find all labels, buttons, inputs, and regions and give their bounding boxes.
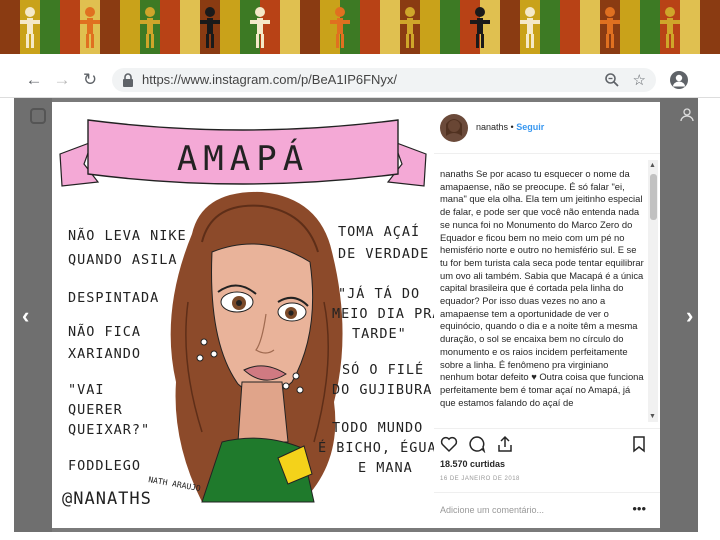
background-profile-icon: [680, 108, 694, 122]
comment-box: Adicione um comentário... •••: [434, 492, 660, 528]
instagram-icon: [30, 108, 46, 124]
phrase-left-6: "VAI: [68, 382, 105, 398]
address-bar[interactable]: https://www.instagram.com/p/BeA1IP6FNyx/…: [112, 68, 656, 92]
likes-count[interactable]: 18.570 curtidas: [440, 459, 505, 469]
scroll-up-icon[interactable]: ▲: [649, 162, 656, 169]
reload-icon[interactable]: ↻: [80, 70, 100, 90]
scroll-down-icon[interactable]: ▼: [649, 413, 656, 420]
post-image[interactable]: AMAPÁ NÃO LEVA NIKE QUANDO ASILA DESPINT…: [52, 102, 434, 528]
phrase-left-4: NÃO FICA: [68, 323, 141, 340]
illustration: AMAPÁ NÃO LEVA NIKE QUANDO ASILA DESPINT…: [52, 102, 434, 528]
back-icon[interactable]: ←: [24, 70, 44, 90]
post-caption: nanaths Se por acaso tu esquecer o nome …: [440, 168, 644, 408]
phrase-left-2: QUANDO ASILA: [68, 252, 178, 268]
share-icon[interactable]: [496, 435, 514, 453]
profile-icon[interactable]: [670, 71, 688, 89]
phrase-right-4: MEIO DIA PRA: [332, 306, 434, 322]
phrase-right-5: TARDE": [352, 326, 407, 342]
post-date: 16 DE JANEIRO DE 2018: [440, 476, 520, 482]
phrase-left-8: QUEIXAR?": [68, 422, 150, 438]
post-panel: nanaths • Seguir nanaths Se por acaso tu…: [434, 102, 660, 528]
separator: •: [510, 122, 514, 132]
comment-icon[interactable]: [468, 435, 486, 453]
comment-input[interactable]: Adicione um comentário...: [440, 505, 544, 515]
background-page-left: [14, 98, 52, 532]
phrase-right-6: SÓ O FILÉ: [342, 360, 424, 378]
caption-scrollbar[interactable]: ▲ ▼: [648, 160, 658, 422]
action-bar: [434, 428, 660, 458]
scrollbar-thumb[interactable]: [650, 174, 657, 220]
artist-handle: @NANATHS: [62, 489, 152, 509]
decorative-banner: [0, 0, 720, 54]
phrase-right-7: DO GUJIBURA: [332, 382, 432, 398]
lock-icon: [123, 73, 133, 87]
phrase-right-8: TODO MUNDO: [332, 420, 423, 436]
phrase-left-9: FODDLEGO: [68, 458, 141, 474]
more-options-button[interactable]: •••: [632, 501, 646, 516]
avatar[interactable]: [440, 114, 468, 142]
chevron-right-icon[interactable]: ›: [686, 303, 693, 329]
banner-figures: [20, 7, 680, 48]
phrase-right-9: É BICHO, ÉGUA: [318, 439, 434, 456]
illustration-title: AMAPÁ: [177, 138, 309, 179]
phrase-left-3: DESPINTADA: [68, 290, 159, 306]
star-icon[interactable]: ☆: [633, 71, 646, 89]
forward-icon[interactable]: →: [52, 70, 72, 90]
post-header: nanaths • Seguir: [434, 102, 660, 154]
chevron-left-icon[interactable]: ‹: [22, 303, 29, 329]
username-link[interactable]: nanaths: [476, 122, 508, 132]
phrase-right-1: TOMA AÇAÍ: [338, 223, 420, 240]
heart-icon[interactable]: [440, 435, 458, 453]
url-text: https://www.instagram.com/p/BeA1IP6FNyx/: [142, 72, 398, 87]
phrase-left-5: XARIANDO: [68, 346, 141, 362]
zoom-icon[interactable]: [604, 72, 620, 88]
bookmark-icon[interactable]: [630, 435, 648, 453]
phrase-right-3: "JÁ TÁ DO: [338, 285, 420, 302]
phrase-right-2: DE VERDADE: [338, 246, 429, 262]
phrase-left-7: QUERER: [68, 402, 123, 418]
follow-button[interactable]: Seguir: [516, 122, 544, 132]
post-author: nanaths • Seguir: [476, 122, 544, 132]
phrase-left-1: NÃO LEVA NIKE: [68, 227, 187, 244]
phrase-right-10: E MANA: [358, 460, 413, 476]
